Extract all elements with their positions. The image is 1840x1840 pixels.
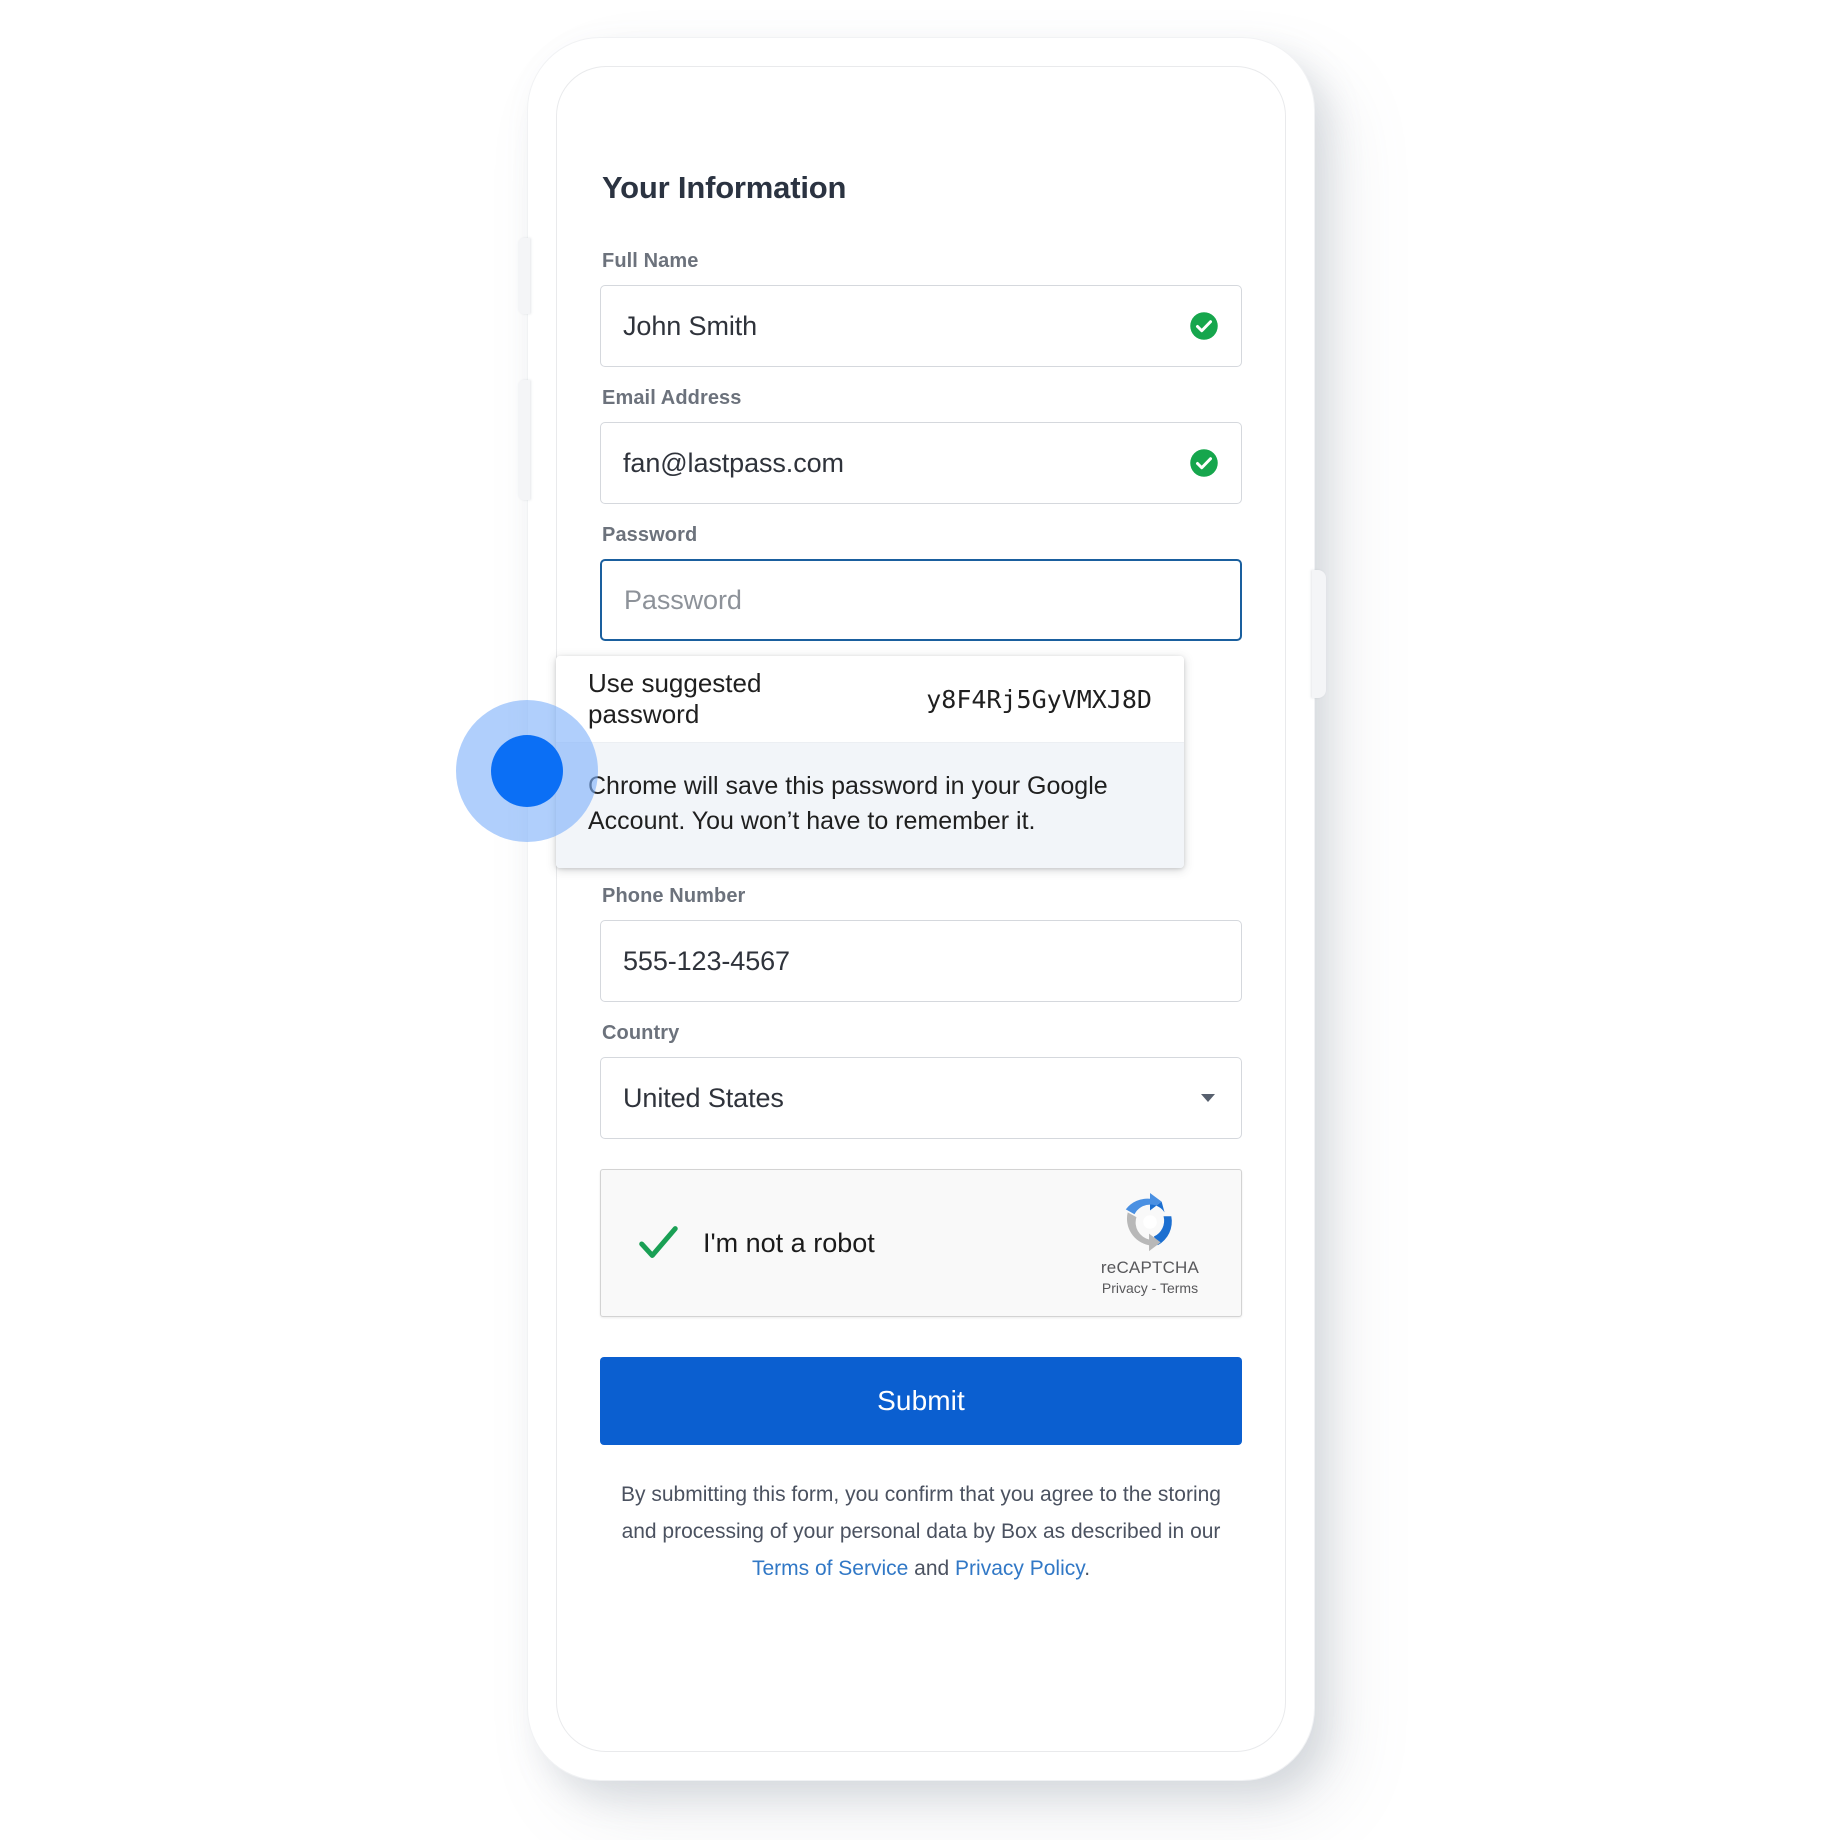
field-password: Password Password — [600, 524, 1242, 641]
use-suggested-password-label: Use suggested password — [588, 668, 762, 729]
password-suggestion-dropdown[interactable]: Use suggested password y8F4Rj5GyVMXJ8D C… — [556, 656, 1184, 868]
country-select[interactable]: United States — [600, 1057, 1242, 1139]
privacy-policy-link[interactable]: Privacy Policy — [955, 1557, 1084, 1580]
password-placeholder: Password — [624, 584, 742, 615]
suggested-password-value: y8F4Rj5GyVMXJ8D — [926, 684, 1152, 714]
legal-footer: By submitting this form, you confirm tha… — [600, 1477, 1242, 1587]
phone-number-value: 555-123-4567 — [623, 945, 790, 976]
phone-number-input[interactable]: 555-123-4567 — [600, 920, 1242, 1002]
page-title: Your Information — [602, 170, 847, 205]
legal-text-before: By submitting this form, you confirm tha… — [621, 1483, 1221, 1543]
legal-conjunction: and — [908, 1556, 956, 1580]
tap-indicator — [456, 700, 598, 842]
recaptcha-label: I'm not a robot — [703, 1227, 875, 1258]
full-name-value: John Smith — [623, 310, 758, 341]
field-email-address: Email Address fan@lastpass.com — [600, 387, 1242, 504]
field-phone-number: Phone Number 555-123-4567 — [600, 885, 1242, 1002]
field-full-name: Full Name John Smith — [600, 250, 1242, 367]
valid-check-icon — [1190, 312, 1218, 340]
legal-text-after: . — [1084, 1556, 1091, 1580]
volume-up-button[interactable] — [518, 238, 530, 314]
full-name-input[interactable]: John Smith — [600, 285, 1242, 367]
recaptcha-checkbox-area[interactable]: I'm not a robot — [635, 1220, 875, 1266]
checkmark-icon — [639, 1226, 678, 1258]
use-suggested-password-row[interactable]: Use suggested password y8F4Rj5GyVMXJ8D — [556, 656, 1184, 742]
recaptcha-branding: reCAPTCHA Privacy - Terms — [1085, 1191, 1215, 1296]
password-input[interactable]: Password — [600, 559, 1242, 641]
recaptcha-name: reCAPTCHA — [1100, 1257, 1200, 1277]
recaptcha-privacy-terms-links[interactable]: Privacy - Terms — [1085, 1280, 1215, 1296]
registration-form: Your Information Full Name John Smith Em… — [556, 66, 1286, 1752]
submit-button[interactable]: Submit — [600, 1357, 1242, 1445]
chevron-down-icon — [1201, 1094, 1215, 1102]
phone-number-label: Phone Number — [602, 885, 746, 907]
recaptcha-widget[interactable]: I'm not a robot reCAPTCHA Privacy - Term… — [600, 1169, 1242, 1317]
terms-of-service-link[interactable]: Terms of Service — [752, 1557, 908, 1580]
tap-indicator-core — [491, 735, 563, 807]
full-name-label: Full Name — [602, 250, 699, 272]
phone-screen: Your Information Full Name John Smith Em… — [556, 66, 1286, 1752]
email-address-input[interactable]: fan@lastpass.com — [600, 422, 1242, 504]
recaptcha-logo-icon — [1125, 1192, 1172, 1251]
password-label: Password — [602, 524, 698, 546]
password-save-note: Chrome will save this password in your G… — [556, 742, 1184, 868]
volume-down-button[interactable] — [518, 380, 530, 500]
field-country: Country United States — [600, 1022, 1242, 1139]
power-button[interactable] — [1312, 570, 1326, 698]
valid-check-icon — [1190, 449, 1218, 477]
country-value: United States — [623, 1082, 784, 1113]
email-address-label: Email Address — [602, 387, 742, 409]
country-label: Country — [602, 1022, 680, 1044]
email-address-value: fan@lastpass.com — [623, 447, 844, 478]
